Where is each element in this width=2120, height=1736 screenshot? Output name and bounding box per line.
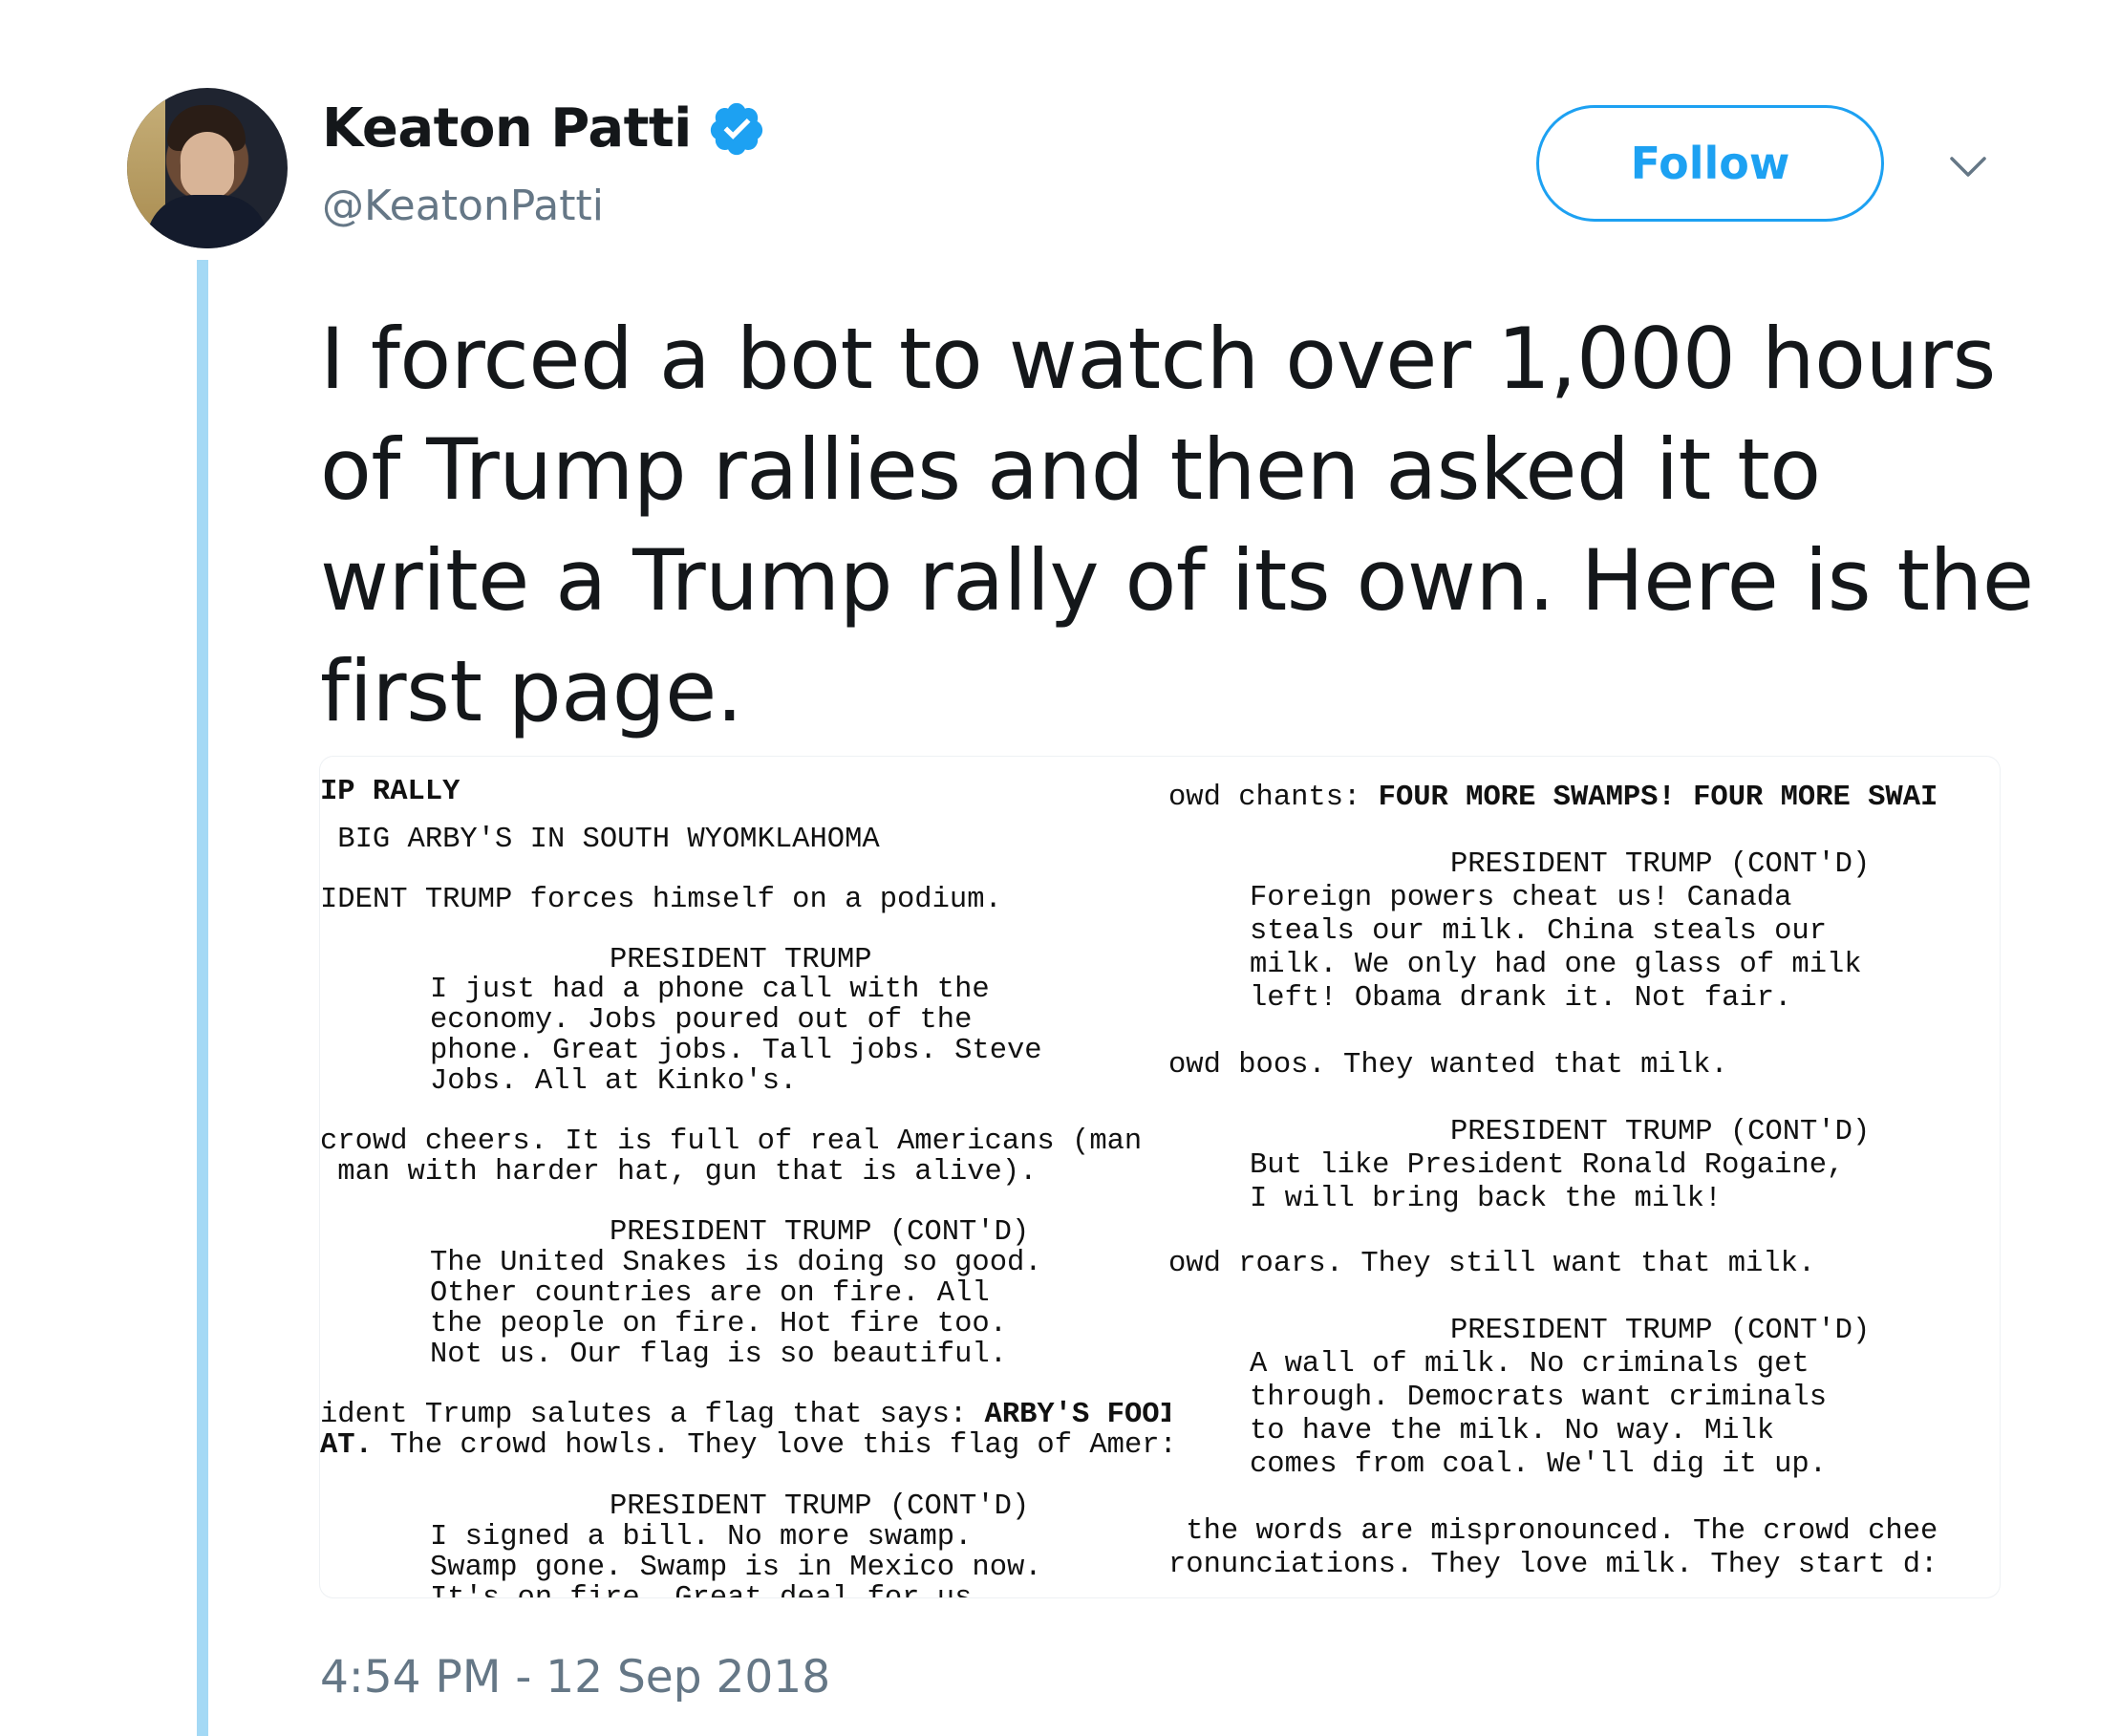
script-line: to have the milk. No way. Milk	[1250, 1415, 1775, 1447]
script-line: phone. Great jobs. Tall jobs. Steve	[430, 1035, 1042, 1067]
script-line: I will bring back the milk!	[1250, 1183, 1723, 1215]
script-line: PRESIDENT TRUMP (CONT'D)	[1450, 848, 1871, 881]
script-line: comes from coal. We'll dig it up.	[1250, 1448, 1827, 1481]
script-page-left: IP RALLY BIG ARBY'S IN SOUTH WYOMKLAHOMA…	[320, 757, 1170, 1598]
script-line: steals our milk. China steals our	[1250, 915, 1827, 948]
script-line: owd chants: FOUR MORE SWAMPS! FOUR MORE …	[1168, 782, 1938, 814]
script-page-right: owd chants: FOUR MORE SWAMPS! FOUR MORE …	[1168, 757, 2000, 1597]
script-line: owd boos. They wanted that milk.	[1168, 1049, 1728, 1082]
script-line: BIG ARBY'S IN SOUTH WYOMKLAHOMA	[320, 824, 880, 856]
script-line: crowd cheers. It is full of real America…	[320, 1125, 1160, 1158]
script-line: PRESIDENT TRUMP (CONT'D)	[1450, 1116, 1871, 1148]
script-line: man with harder hat, gun that is alive).	[320, 1156, 1038, 1189]
follow-button[interactable]: Follow	[1536, 105, 1884, 222]
chevron-down-icon[interactable]	[1949, 153, 1987, 182]
script-line: IP RALLY	[320, 776, 460, 808]
script-line: PRESIDENT TRUMP (CONT'D)	[610, 1490, 1030, 1523]
script-line: economy. Jobs poured out of the	[430, 1004, 973, 1037]
author-avatar[interactable]	[127, 88, 288, 248]
script-line: I just had a phone call with the	[430, 974, 990, 1006]
author-name[interactable]: Keaton Patti	[322, 97, 692, 160]
script-line: the words are mispronounced. The crowd c…	[1168, 1515, 1938, 1548]
tweet-timestamp[interactable]: 4:54 PM - 12 Sep 2018	[320, 1651, 830, 1704]
script-line: PRESIDENT TRUMP (CONT'D)	[610, 1216, 1030, 1249]
script-line: Swamp gone. Swamp is in Mexico now.	[430, 1552, 1042, 1584]
script-line: IDENT TRUMP forces himself on a podium.	[320, 884, 1002, 916]
script-line: the people on fire. Hot fire too.	[430, 1308, 1007, 1340]
author-handle[interactable]: @KeatonPatti	[322, 182, 604, 230]
script-line: milk. We only had one glass of milk	[1250, 949, 1862, 981]
script-line: I signed a bill. No more swamp.	[430, 1521, 973, 1554]
script-line: Other countries are on fire. All	[430, 1277, 990, 1310]
script-line: AT. The crowd howls. They love this flag…	[320, 1429, 1170, 1462]
verified-badge-icon	[710, 102, 762, 155]
script-line: Jobs. All at Kinko's.	[430, 1065, 798, 1098]
script-line: left! Obama drank it. Not fair.	[1250, 982, 1792, 1015]
author-name-row: Keaton Patti	[322, 97, 766, 160]
script-line: through. Democrats want criminals	[1250, 1382, 1827, 1414]
script-line: owd roars. They still want that milk.	[1168, 1248, 1816, 1280]
tweet-text: I forced a bot to watch over 1,000 hours…	[320, 310, 2034, 740]
script-line: But like President Ronald Rogaine,	[1250, 1149, 1845, 1182]
script-line: Foreign powers cheat us! Canada	[1250, 882, 1792, 914]
script-line: PRESIDENT TRUMP	[610, 944, 872, 976]
thread-line	[197, 260, 208, 1736]
script-line: It's on fire. Great deal for us.	[430, 1584, 990, 1598]
script-line: PRESIDENT TRUMP (CONT'D)	[1450, 1315, 1871, 1347]
script-line: ident Trump salutes a flag that says: AR…	[320, 1399, 1170, 1431]
script-line: Not us. Our flag is so beautiful.	[430, 1339, 1007, 1371]
script-line: ronunciations. They love milk. They star…	[1168, 1549, 1938, 1581]
script-line: The United Snakes is doing so good.	[430, 1247, 1042, 1279]
tweet-image[interactable]: IP RALLY BIG ARBY'S IN SOUTH WYOMKLAHOMA…	[320, 757, 2000, 1597]
script-line: A wall of milk. No criminals get	[1250, 1348, 1809, 1381]
